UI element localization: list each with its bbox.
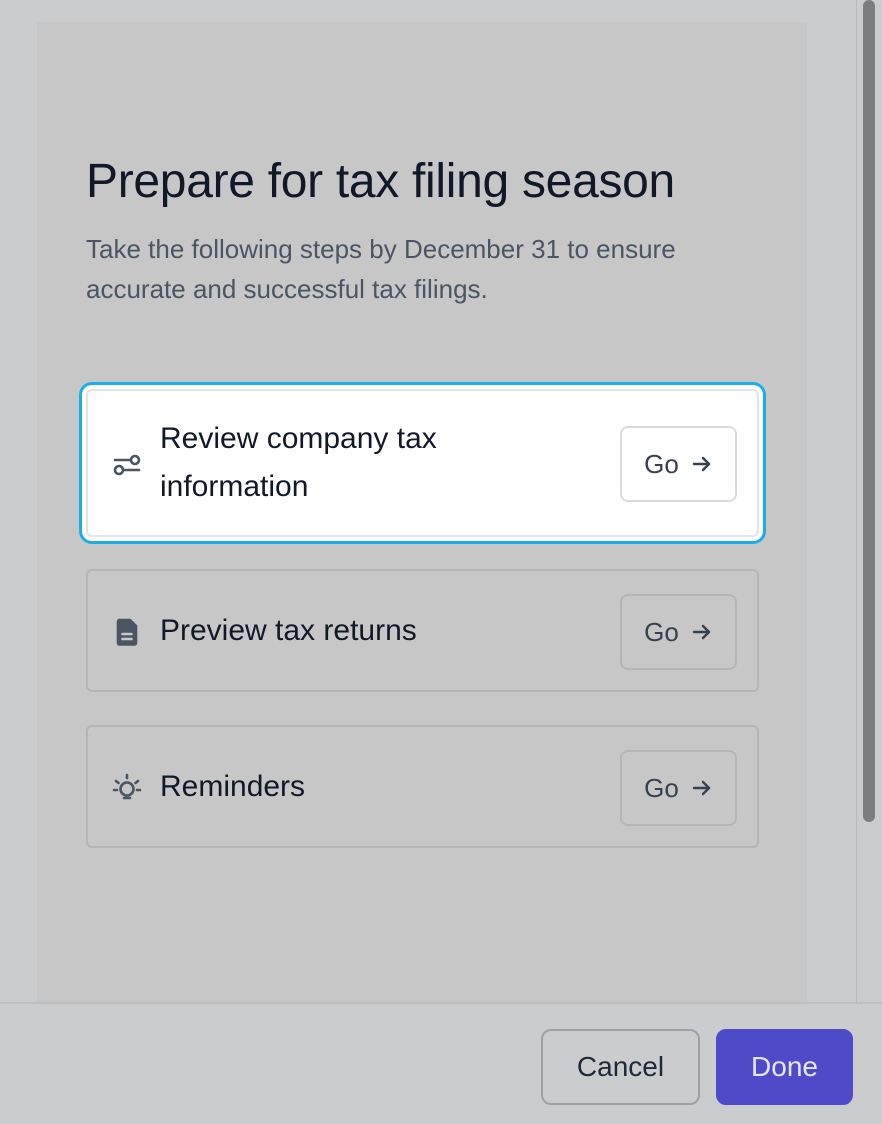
step-card-review-company-tax[interactable]: Review company tax information Go <box>86 389 759 537</box>
scrollbar-thumb[interactable] <box>863 0 875 822</box>
done-button[interactable]: Done <box>716 1029 853 1105</box>
step-label: Reminders <box>160 770 306 803</box>
go-button[interactable]: Go <box>620 426 737 502</box>
go-button[interactable]: Go <box>620 750 737 826</box>
step-label: Preview tax returns <box>160 614 417 647</box>
arrow-right-icon <box>692 624 711 640</box>
go-button[interactable]: Go <box>620 594 737 670</box>
go-button-label: Go <box>644 616 679 647</box>
cancel-button[interactable]: Cancel <box>541 1029 700 1105</box>
step-card-preview-tax-returns[interactable]: Preview tax returns Go <box>86 569 759 692</box>
step-card-reminders[interactable]: Reminders Go <box>86 725 759 848</box>
document-icon <box>112 617 142 647</box>
lightbulb-icon <box>112 773 142 803</box>
arrow-right-icon <box>692 456 711 472</box>
dialog-title: Prepare for tax filing season <box>86 155 675 208</box>
screen: Prepare for tax filing season Take the f… <box>0 0 882 1124</box>
sliders-icon <box>112 450 142 480</box>
dialog-subtitle: Take the following steps by December 31 … <box>86 234 676 304</box>
arrow-right-icon <box>692 780 711 796</box>
go-button-label: Go <box>644 448 679 479</box>
step-label: Review company tax information <box>160 422 437 503</box>
go-button-label: Go <box>644 772 679 803</box>
